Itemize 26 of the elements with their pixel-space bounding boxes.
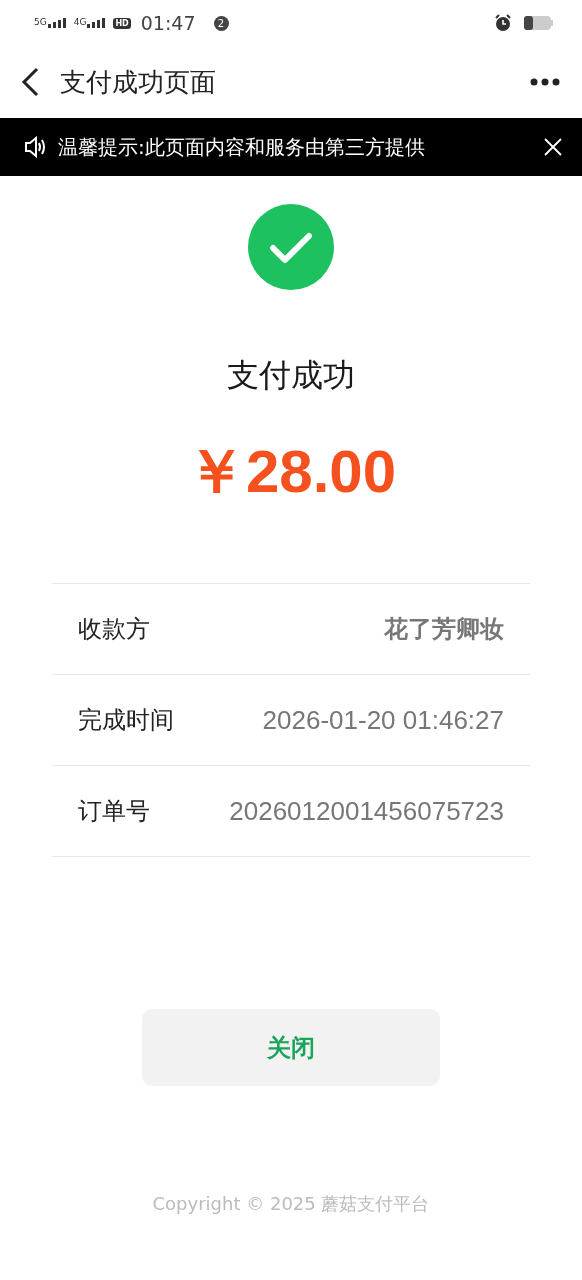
network-label: 5G (34, 18, 47, 27)
detail-value: 2026-01-20 01:46:27 (262, 704, 504, 736)
close-button[interactable]: 关闭 (142, 1009, 440, 1086)
clock-time: 01:47 (140, 12, 196, 34)
copyright-text: Copyright © 2025 蘑菇支付平台 (151, 1192, 431, 1216)
detail-value: 2026012001456075723 (229, 795, 504, 827)
notification-count: 2 (213, 15, 229, 31)
page-title: 支付成功页面 (60, 65, 217, 99)
battery-icon (524, 15, 554, 31)
speaker-icon (24, 136, 48, 158)
network-label: 4G (73, 18, 87, 27)
close-icon[interactable] (544, 138, 562, 156)
detail-label: 收款方 (78, 614, 150, 645)
more-icon[interactable] (530, 78, 560, 86)
success-check-icon (248, 204, 334, 290)
hd-badge: HD (113, 17, 131, 29)
alarm-icon (494, 14, 512, 32)
result-title: 支付成功 (226, 355, 356, 396)
payment-amount: ￥28.00 (184, 437, 398, 507)
back-icon[interactable] (20, 67, 40, 97)
detail-value: 花了芳卿妆 (384, 614, 504, 645)
signal-icon (87, 18, 108, 28)
detail-label: 订单号 (78, 796, 150, 827)
notice-text: 温馨提示:此页面内容和服务由第三方提供 (58, 133, 426, 161)
signal-icon (47, 18, 68, 28)
detail-label: 完成时间 (78, 705, 174, 736)
